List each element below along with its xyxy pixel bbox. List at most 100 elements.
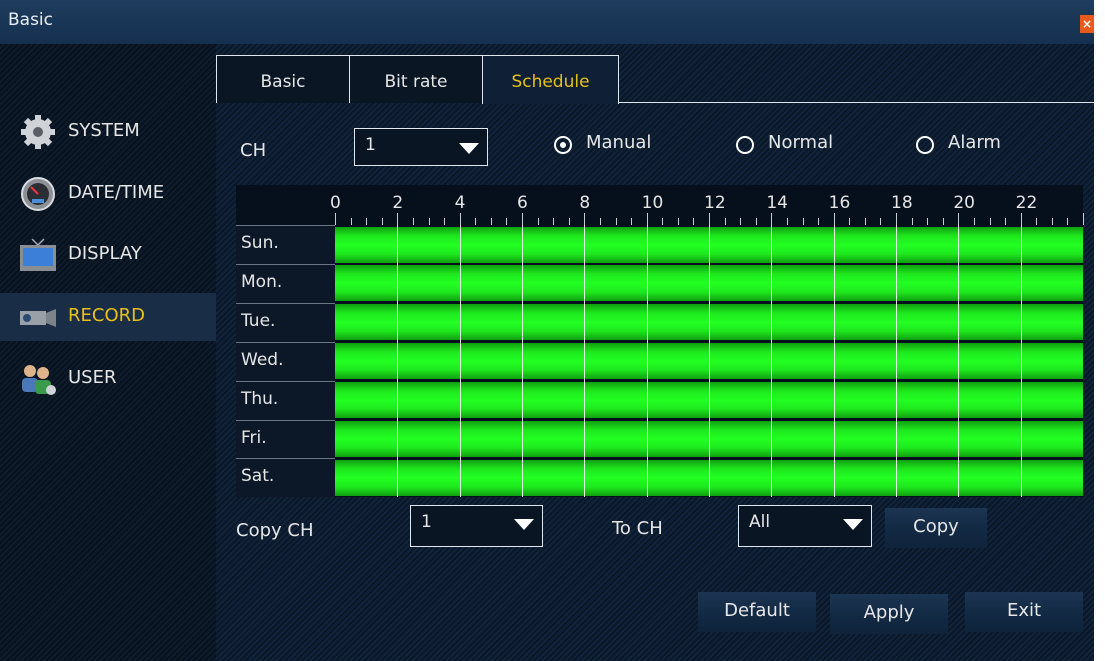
title-bar[interactable]: Basic × [0, 0, 1094, 44]
hour-tick [1083, 213, 1084, 225]
hour-tick [599, 218, 601, 225]
radio-manual[interactable]: Manual [554, 132, 674, 156]
day-label-text: Fri. [241, 427, 267, 448]
hour-tick [381, 218, 383, 225]
day-label: Thu. [236, 380, 335, 420]
channel-value: 1 [365, 135, 376, 155]
hour-tick [366, 218, 368, 225]
hour-tick [755, 218, 757, 225]
hour-tick [350, 218, 352, 225]
sidebar-item-label: SYSTEM [68, 120, 140, 141]
hour-tick [896, 213, 897, 225]
sidebar-item-display[interactable]: DISPLAY [0, 231, 216, 279]
sidebar-item-record[interactable]: RECORD [0, 293, 216, 341]
hour-tick [490, 218, 492, 225]
to-ch-value: All [749, 512, 771, 532]
apply-button[interactable]: Apply [830, 594, 948, 634]
day-label: Sun. [236, 225, 335, 264]
hour-gridline [896, 225, 897, 497]
hour-label: 22 [1015, 193, 1038, 213]
radio-label: Alarm [948, 132, 1001, 153]
gauge-icon [21, 177, 55, 211]
sidebar-item-label: RECORD [68, 305, 145, 326]
hour-tick [1051, 218, 1053, 225]
day-label-text: Wed. [241, 349, 284, 370]
hour-label: 2 [392, 193, 404, 213]
hour-tick [958, 213, 960, 225]
hour-label: 8 [579, 193, 591, 213]
copy-ch-value: 1 [421, 512, 432, 532]
day-label-text: Mon. [241, 271, 283, 292]
radio-alarm[interactable]: Alarm [916, 132, 1026, 156]
hour-tick [1005, 218, 1007, 225]
hour-tick [537, 218, 539, 225]
hour-gridline [459, 225, 461, 497]
tab-schedule[interactable]: Schedule [482, 55, 619, 104]
hour-gridline [709, 225, 710, 497]
tab-basic[interactable]: Basic [216, 55, 350, 103]
hour-tick [880, 218, 882, 225]
hour-tick [335, 213, 336, 225]
hour-tick [693, 218, 695, 225]
hour-tick [428, 218, 430, 225]
chevron-down-icon [843, 519, 863, 530]
sidebar-item-label: DATE/TIME [68, 182, 165, 203]
radio-normal[interactable]: Normal [736, 132, 856, 156]
hour-tick [740, 218, 742, 225]
hour-tick [506, 218, 508, 225]
hour-label: 0 [330, 193, 341, 213]
default-button[interactable]: Default [698, 592, 816, 632]
hour-tick [459, 213, 461, 225]
hour-tick [631, 218, 633, 225]
hour-label: 4 [454, 193, 466, 213]
dialog-window: Basic × SYSTEM DATE/TIME DISPLAY RECORD … [0, 0, 1094, 661]
chevron-down-icon [459, 143, 479, 154]
channel-select[interactable]: 1 [354, 128, 488, 166]
radio-circle [736, 136, 754, 154]
sidebar-item-system[interactable]: SYSTEM [0, 108, 216, 156]
hour-tick [786, 218, 788, 225]
hour-gridline [1020, 225, 1022, 497]
hour-label: 20 [953, 193, 975, 213]
copy-ch-select[interactable]: 1 [410, 505, 543, 547]
copy-button[interactable]: Copy [885, 508, 987, 548]
hour-tick [802, 218, 804, 225]
hour-tick [989, 218, 991, 225]
hour-tick [522, 213, 523, 225]
close-icon[interactable]: × [1080, 15, 1094, 33]
hour-tick [771, 213, 773, 225]
hour-tick [1036, 218, 1038, 225]
radio-circle [916, 136, 934, 154]
hour-gridline [958, 225, 960, 497]
day-label: Fri. [236, 419, 335, 459]
hour-tick [615, 218, 617, 225]
hour-tick [444, 218, 446, 225]
hour-label: 6 [517, 193, 528, 213]
day-label-text: Tue. [241, 310, 276, 331]
hour-tick [1067, 218, 1069, 225]
hour-label: 12 [704, 193, 726, 213]
hour-tick [677, 218, 679, 225]
users-icon [22, 365, 56, 395]
day-label: Sat. [236, 458, 335, 498]
to-ch-select[interactable]: All [738, 505, 872, 547]
hour-gridline [522, 225, 523, 497]
hour-tick [911, 218, 913, 225]
chevron-down-icon [514, 519, 534, 530]
day-label-text: Sat. [241, 466, 275, 487]
hour-tick [553, 218, 555, 225]
sidebar-item-datetime[interactable]: DATE/TIME [0, 170, 216, 218]
sidebar-item-label: USER [68, 367, 117, 388]
hour-label: 18 [891, 193, 913, 213]
hour-tick [584, 213, 586, 225]
exit-button[interactable]: Exit [965, 592, 1083, 632]
sidebar-item-user[interactable]: USER [0, 355, 216, 403]
channel-label: CH [240, 140, 267, 161]
hour-tick [646, 213, 648, 225]
hour-gridline [833, 225, 835, 497]
hour-gridline [771, 225, 773, 497]
tab-bit-rate[interactable]: Bit rate [349, 55, 483, 103]
day-label: Tue. [236, 302, 335, 342]
hour-tick [1020, 213, 1022, 225]
hour-tick [942, 218, 944, 225]
